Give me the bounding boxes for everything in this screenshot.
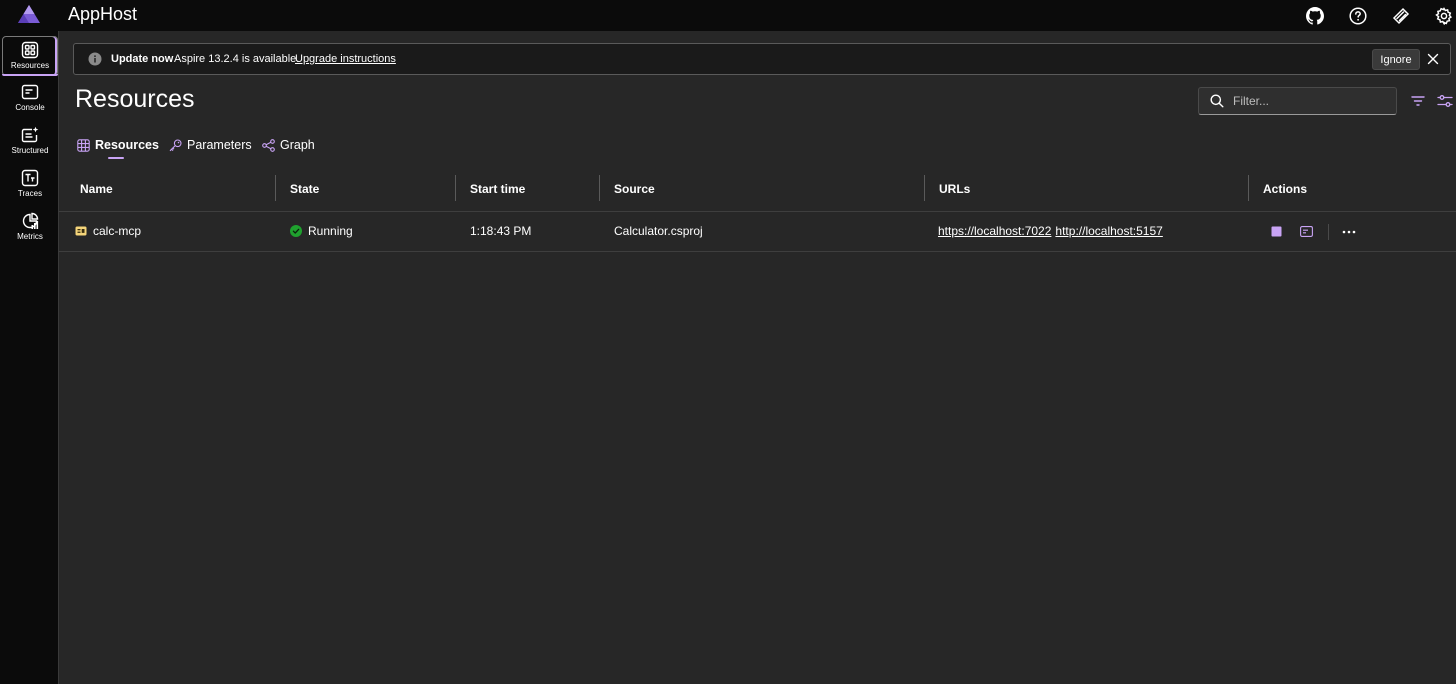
column-resize-handle[interactable] [275,175,276,201]
structured-logs-icon [21,126,39,143]
tab-resources[interactable]: Resources [77,138,159,152]
url-link-https[interactable]: https://localhost:7022 [938,224,1051,238]
state-text: Running [308,224,353,238]
resource-name: calc-mcp [93,224,142,238]
sidebar-nav: Resources Console Structured Traces Metr… [0,31,59,684]
column-resize-handle[interactable] [599,175,600,201]
resources-table: Name State Start time Source URLs Action… [59,168,1456,252]
settings-gear-icon[interactable] [1434,6,1454,26]
upgrade-instructions-link[interactable]: Upgrade instructions [295,53,396,65]
banner-message: Aspire 13.2.4 is available. [174,53,300,65]
metrics-icon [22,212,39,229]
action-divider [1328,224,1329,240]
column-header-actions: Actions [1263,182,1308,196]
console-icon [21,84,39,100]
column-header-name[interactable]: Name [80,182,113,196]
sidebar-item-label: Metrics [17,232,43,241]
tab-label: Parameters [187,138,252,152]
cell-urls: https://localhost:7022 http://localhost:… [938,224,1163,238]
top-bar: AppHost [0,0,1456,31]
cell-state: Running [290,224,353,238]
filter-lines-icon[interactable] [1410,93,1426,109]
table-grid-icon [77,138,90,152]
column-header-source[interactable]: Source [614,182,655,196]
table-row[interactable]: calc-mcp Running 1:18:43 PM Calculator.c… [59,212,1456,252]
source-text: Calculator.csproj [614,224,703,238]
column-header-urls[interactable]: URLs [939,182,970,196]
stop-icon[interactable] [1271,226,1282,237]
filter-box [1198,87,1397,115]
sidebar-item-label: Console [15,103,45,112]
traces-icon [21,169,39,187]
sidebar-item-traces[interactable]: Traces [2,165,58,205]
page-title: Resources [75,85,195,113]
column-resize-handle[interactable] [455,175,456,201]
sidebar-item-structured[interactable]: Structured [2,122,58,162]
sidebar-item-resources[interactable]: Resources [2,36,58,76]
sidebar-item-label: Structured [11,146,49,155]
docs-icon[interactable] [1391,6,1411,26]
info-icon [88,52,102,66]
project-icon [75,226,87,236]
column-resize-handle[interactable] [924,175,925,201]
cell-name: calc-mcp [75,224,141,238]
help-icon[interactable] [1348,6,1368,26]
sidebar-item-console[interactable]: Console [2,79,58,119]
filter-input[interactable] [1233,92,1388,110]
sidebar-item-label: Traces [17,189,43,198]
start-time-text: 1:18:43 PM [470,224,532,238]
aspire-logo-icon[interactable] [17,4,41,24]
sidebar-item-metrics[interactable]: Metrics [2,208,58,248]
update-banner: Update now Aspire 13.2.4 is available. U… [73,43,1451,75]
sidebar-item-label: Resources [10,61,50,70]
settings-sliders-icon[interactable] [1437,93,1453,109]
url-link-http[interactable]: http://localhost:5157 [1055,224,1162,238]
search-icon [1210,94,1224,108]
tab-label: Graph [280,138,315,152]
column-header-start-time[interactable]: Start time [470,182,525,196]
cell-source: Calculator.csproj [614,224,703,238]
running-status-icon [290,225,302,237]
github-icon[interactable] [1305,6,1325,26]
cell-start-time: 1:18:43 PM [470,224,531,238]
close-icon[interactable] [1426,52,1440,66]
column-resize-handle[interactable] [1248,175,1249,201]
grid-icon [21,41,39,59]
table-header: Name State Start time Source URLs Action… [59,168,1456,212]
app-title: AppHost [68,4,138,24]
more-options-icon[interactable] [1342,230,1356,234]
banner-title: Update now [111,53,174,65]
ignore-button[interactable]: Ignore [1372,49,1420,70]
key-icon [169,138,182,151]
console-logs-icon[interactable] [1300,226,1313,237]
tab-graph[interactable]: Graph [262,138,315,152]
column-header-state[interactable]: State [290,182,319,196]
graph-share-icon [262,138,275,152]
tab-parameters[interactable]: Parameters [169,138,252,152]
tab-label: Resources [95,138,159,152]
active-tab-indicator [108,157,124,159]
